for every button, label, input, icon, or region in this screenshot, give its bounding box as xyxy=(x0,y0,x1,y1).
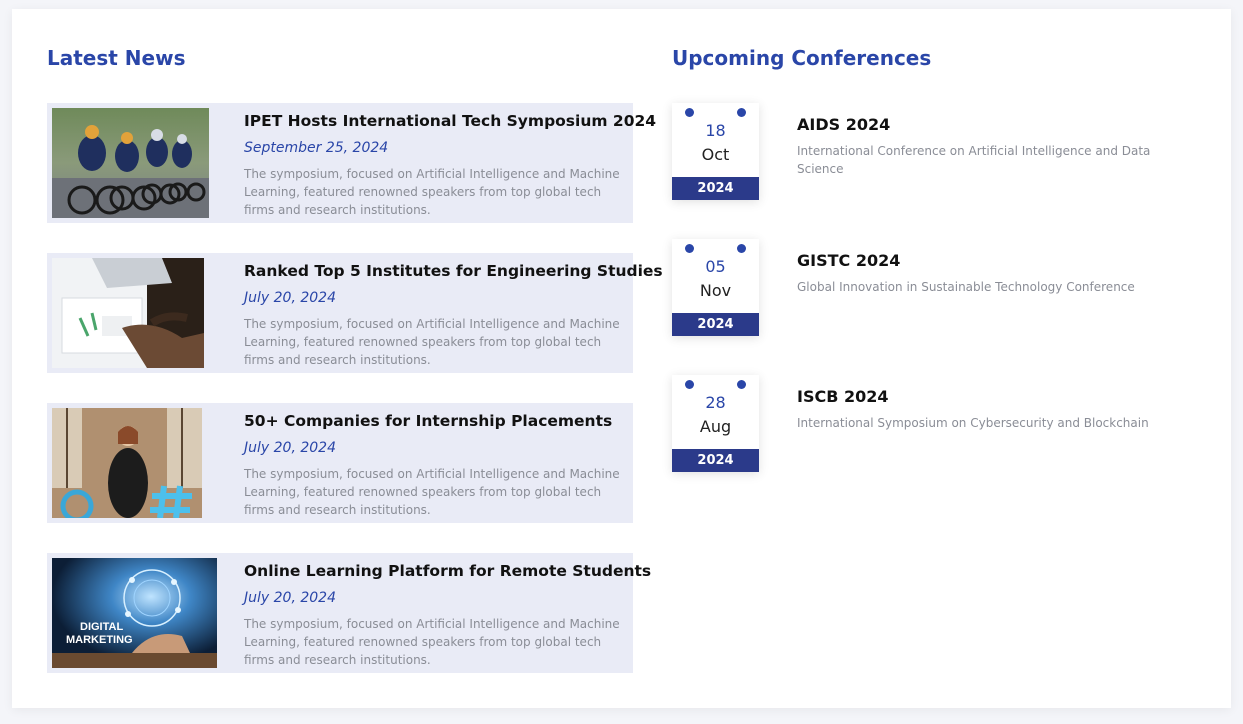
conference-description: International Conference on Artificial I… xyxy=(797,144,1151,176)
upcoming-conferences-heading: Upcoming Conferences xyxy=(672,46,932,70)
news-item[interactable]: Ranked Top 5 Institutes for Engineering … xyxy=(47,253,663,373)
news-image-cycling[interactable] xyxy=(52,108,209,218)
news-item[interactable]: DIGITAL MARKETING Online Learning Platfo… xyxy=(47,553,651,673)
conference-item[interactable]: 18 Oct 2024 AIDS 2024 International Conf… xyxy=(672,103,1192,203)
conference-day: 05 xyxy=(705,257,726,276)
news-image-office[interactable] xyxy=(52,408,202,518)
conference-description: International Symposium on Cybersecurity… xyxy=(797,416,1149,430)
conference-day: 18 xyxy=(705,121,726,140)
news-headline[interactable]: Online Learning Platform for Remote Stud… xyxy=(244,561,651,581)
news-description: The symposium, focused on Artificial Int… xyxy=(244,167,620,217)
calendar-date-card: 05 Nov 2024 xyxy=(672,239,759,336)
news-description: The symposium, focused on Artificial Int… xyxy=(244,617,620,667)
conference-name[interactable]: GISTC 2024 xyxy=(797,251,900,270)
news-date: July 20, 2024 xyxy=(244,440,336,456)
news-item[interactable]: 50+ Companies for Internship Placements … xyxy=(47,403,633,523)
calendar-date-card: 18 Oct 2024 xyxy=(672,103,759,200)
conference-name[interactable]: ISCB 2024 xyxy=(797,387,889,406)
conference-year: 2024 xyxy=(672,313,759,336)
conference-item[interactable]: 05 Nov 2024 GISTC 2024 Global Innovation… xyxy=(672,239,1192,339)
news-description: The symposium, focused on Artificial Int… xyxy=(244,317,620,367)
news-text: 50+ Companies for Internship Placements … xyxy=(244,411,629,519)
news-text: Online Learning Platform for Remote Stud… xyxy=(244,561,651,669)
conference-item[interactable]: 28 Aug 2024 ISCB 2024 International Symp… xyxy=(672,375,1192,475)
news-date: September 25, 2024 xyxy=(244,140,389,156)
news-image-desk[interactable] xyxy=(52,258,204,368)
news-description: The symposium, focused on Artificial Int… xyxy=(244,467,620,517)
calendar-ring-icon xyxy=(685,380,694,389)
conference-month: Aug xyxy=(699,417,732,436)
calendar-ring-icon xyxy=(685,244,694,253)
conference-month: Oct xyxy=(701,145,730,164)
conference-description: Global Innovation in Sustainable Technol… xyxy=(797,280,1135,294)
news-headline[interactable]: 50+ Companies for Internship Placements xyxy=(244,411,629,431)
news-image-digital-marketing[interactable]: DIGITAL MARKETING xyxy=(52,558,217,668)
digital-marketing-caption-line2: MARKETING xyxy=(66,634,133,646)
digital-marketing-caption-line1: DIGITAL xyxy=(80,621,123,633)
calendar-ring-icon xyxy=(737,380,746,389)
latest-news-heading: Latest News xyxy=(47,46,186,70)
conference-day: 28 xyxy=(705,393,726,412)
news-conferences-card: Latest News IPET Hosts International Tec… xyxy=(12,9,1231,708)
news-item[interactable]: IPET Hosts International Tech Symposium … xyxy=(47,103,656,223)
news-text: Ranked Top 5 Institutes for Engineering … xyxy=(244,261,663,369)
news-headline[interactable]: Ranked Top 5 Institutes for Engineering … xyxy=(244,261,663,281)
news-date: July 20, 2024 xyxy=(244,590,336,606)
calendar-ring-icon xyxy=(737,244,746,253)
news-text: IPET Hosts International Tech Symposium … xyxy=(244,111,656,219)
conference-name[interactable]: AIDS 2024 xyxy=(797,115,890,134)
news-headline[interactable]: IPET Hosts International Tech Symposium … xyxy=(244,111,656,131)
calendar-ring-icon xyxy=(737,108,746,117)
calendar-ring-icon xyxy=(685,108,694,117)
calendar-date-card: 28 Aug 2024 xyxy=(672,375,759,472)
conference-year: 2024 xyxy=(672,177,759,200)
conference-year: 2024 xyxy=(672,449,759,472)
news-date: July 20, 2024 xyxy=(244,290,336,306)
conference-month: Nov xyxy=(699,281,732,300)
